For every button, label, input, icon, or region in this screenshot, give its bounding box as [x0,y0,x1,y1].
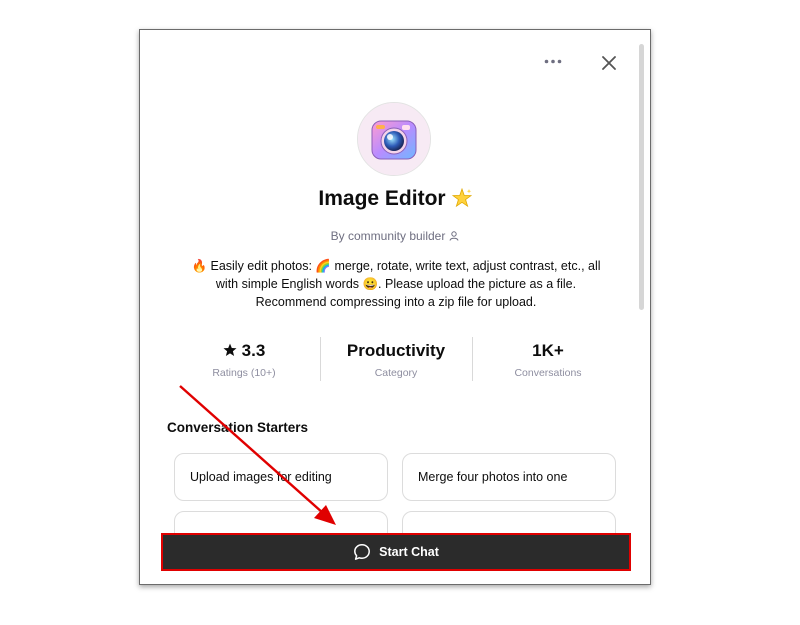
gpt-name: Image Editor [318,187,446,210]
more-options-button[interactable] [542,54,564,68]
author-line: By community builder [140,229,650,243]
star-icon [223,343,237,356]
scrollbar[interactable] [639,44,644,310]
stat-ratings: 3.3 Ratings (10+) [168,337,320,383]
category-value: Productivity [346,341,446,360]
starter-upload-images[interactable]: Upload images for editing [174,453,388,501]
starter-merge-photos[interactable]: Merge four photos into one [402,453,616,501]
stat-category: Productivity Category [320,337,472,383]
camera-logo-icon [358,103,430,175]
rating-value: 3.3 [241,341,266,360]
description-line: Recommend compressing into a zip file fo… [255,295,537,309]
gpt-avatar [357,102,431,176]
close-icon [602,56,616,70]
description-line: with simple English words 😀. Please uplo… [215,277,577,291]
close-button[interactable] [598,52,620,74]
category-label: Category [374,367,418,379]
start-chat-button[interactable]: Start Chat [161,533,631,571]
description-line: 🔥 Easily edit photos: 🌈 merge, rotate, w… [191,259,601,273]
author-text: By community builder [330,229,446,243]
more-horizontal-icon [544,59,562,63]
conversation-starters-title: Conversation Starters [167,420,309,435]
person-icon [449,231,459,241]
conversations-value: 1K+ [532,341,564,360]
gpt-description: 🔥 Easily edit photos: 🌈 merge, rotate, w… [180,257,612,311]
start-chat-label: Start Chat [379,545,439,559]
gpt-details-modal: Image Editor By community builder 🔥 Easi… [139,29,651,585]
chat-bubble-icon [354,544,371,560]
conversations-label: Conversations [514,367,582,379]
rating-label: Ratings (10+) [212,367,276,379]
gpt-title: Image Editor [140,187,650,214]
stat-conversations: 1K+ Conversations [472,337,624,383]
stats-row: 3.3 Ratings (10+) Productivity Category … [168,337,624,383]
sparkle-star-icon [451,187,472,214]
